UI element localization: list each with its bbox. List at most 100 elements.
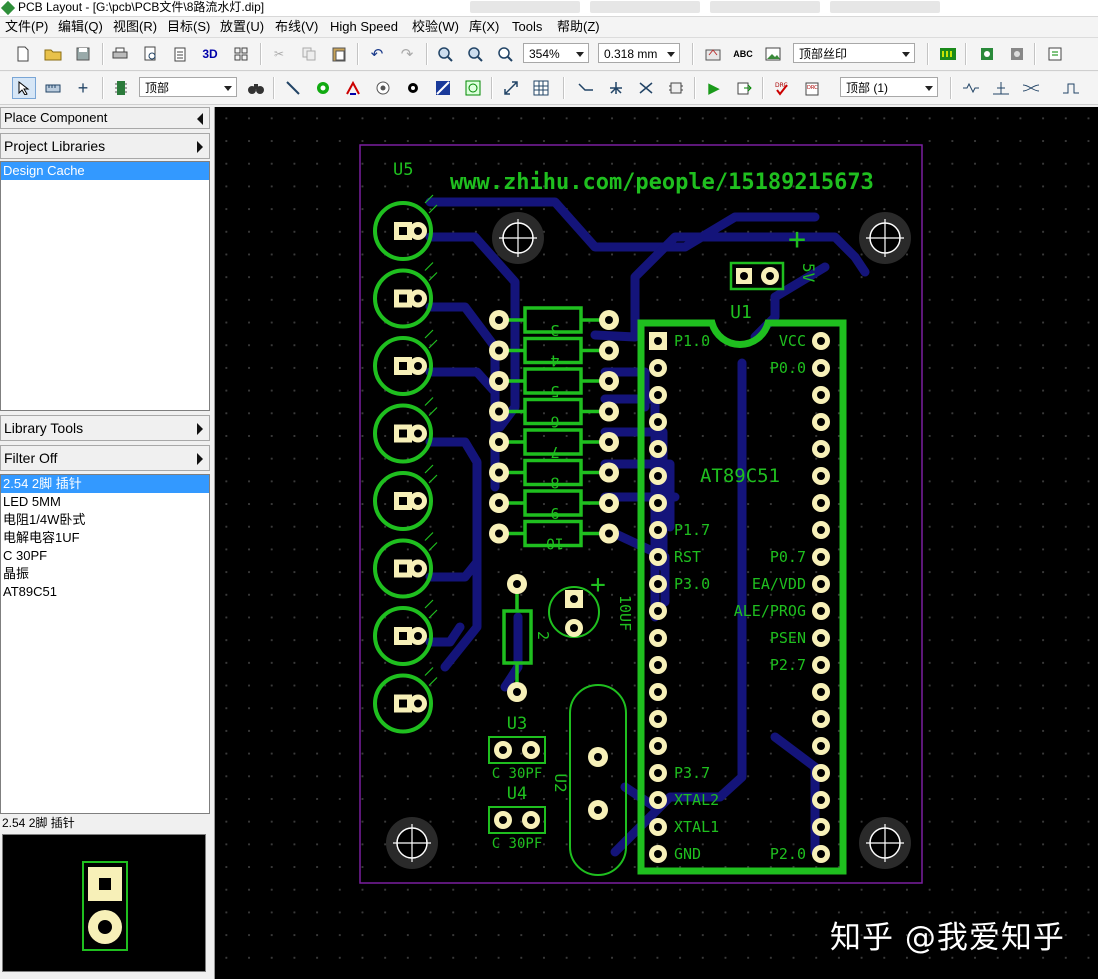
project-libraries-label: Project Libraries <box>4 138 106 154</box>
component-list-item[interactable]: C 30PF <box>1 547 209 565</box>
minimize-button[interactable] <box>1008 0 1038 16</box>
smd-pad-icon[interactable] <box>404 79 422 97</box>
export-icon[interactable] <box>735 79 753 97</box>
run-icon[interactable]: ▶ <box>705 79 723 97</box>
copper-pour-icon[interactable] <box>434 79 452 97</box>
report-icon[interactable] <box>171 45 189 63</box>
measure-icon[interactable] <box>44 79 62 97</box>
route-trace-icon[interactable] <box>284 79 302 97</box>
menu-route[interactable]: 布线(V) <box>275 19 318 35</box>
pad-hole <box>654 796 662 804</box>
component-list-item[interactable]: 晶振 <box>1 565 209 583</box>
netlist-icon[interactable] <box>1046 45 1064 63</box>
pad-hole <box>570 624 578 632</box>
project-libraries-header[interactable]: Project Libraries <box>0 133 210 159</box>
binoculars-icon[interactable] <box>247 79 265 97</box>
redo-icon[interactable]: ↷ <box>398 45 416 63</box>
menu-help[interactable]: 帮助(Z) <box>557 19 600 35</box>
silk-layer-combo[interactable]: 顶部丝印 <box>793 43 915 63</box>
menu-tools[interactable]: Tools <box>512 19 542 35</box>
probe-icon[interactable] <box>992 79 1010 97</box>
autoroute-icon[interactable] <box>978 45 996 63</box>
library-list[interactable]: Design Cache <box>0 161 210 411</box>
menu-place[interactable]: 放置(U) <box>220 19 264 35</box>
maximize-button[interactable] <box>1038 0 1068 16</box>
pad-hole <box>399 497 407 505</box>
pad-hole <box>654 634 662 642</box>
pad-icon[interactable] <box>374 79 392 97</box>
paste-icon[interactable] <box>330 45 348 63</box>
background-tab[interactable] <box>470 1 580 13</box>
layer-combo-2[interactable]: 顶部 (1) <box>840 77 938 97</box>
layer-properties-icon[interactable] <box>704 45 722 63</box>
undo-icon[interactable]: ↶ <box>368 45 386 63</box>
copy-icon[interactable] <box>300 45 318 63</box>
signal-icon[interactable] <box>962 79 980 97</box>
component-wizard-icon[interactable] <box>667 79 685 97</box>
background-tab[interactable] <box>710 1 820 13</box>
pcb-board[interactable]: www.zhihu.com/people/15189215673U5U6U7U8… <box>215 107 1098 979</box>
window-controls <box>1008 0 1098 16</box>
menu-target[interactable]: 目标(S) <box>167 19 210 35</box>
pad-hole <box>654 688 662 696</box>
zoom-in-icon[interactable] <box>436 45 454 63</box>
crosstalk-icon[interactable] <box>1022 79 1040 97</box>
copper-trace <box>425 302 500 492</box>
print-preview-icon[interactable] <box>141 45 159 63</box>
menu-library[interactable]: 库(X) <box>469 19 499 35</box>
component-icon[interactable] <box>112 79 130 97</box>
select-arrow-icon[interactable] <box>12 77 36 99</box>
menu-file[interactable]: 文件(P) <box>5 19 48 35</box>
menu-verify[interactable]: 校验(W) <box>412 19 459 35</box>
pad-hole <box>654 472 662 480</box>
spell-check-button[interactable]: ABC <box>733 45 753 63</box>
table-icon[interactable] <box>532 79 550 97</box>
layer-combo[interactable]: 顶部 <box>139 77 237 97</box>
via-icon[interactable] <box>314 79 332 97</box>
component-list-item[interactable]: AT89C51 <box>1 583 209 601</box>
arc-trace-icon[interactable] <box>344 79 362 97</box>
component-list-item[interactable]: LED 5MM <box>1 493 209 511</box>
pad-hole <box>495 438 503 446</box>
image-icon[interactable] <box>764 45 782 63</box>
route-wire-icon[interactable] <box>577 79 595 97</box>
background-tab[interactable] <box>590 1 700 13</box>
swap-icon[interactable] <box>637 79 655 97</box>
cut-icon[interactable]: ✂ <box>270 45 288 63</box>
grid-combo[interactable]: 0.318 mm <box>598 43 680 63</box>
new-file-icon[interactable] <box>14 45 32 63</box>
menu-high-speed[interactable]: High Speed <box>330 19 398 35</box>
background-tab[interactable] <box>830 1 940 13</box>
drc-report-icon[interactable]: DRC <box>803 79 821 97</box>
dimension-icon[interactable] <box>502 79 520 97</box>
zoom-combo[interactable]: 354% <box>523 43 589 63</box>
close-button[interactable] <box>1068 0 1098 16</box>
unroute-icon[interactable] <box>1008 45 1026 63</box>
component-list-item[interactable]: 电阻1/4W卧式 <box>1 511 209 529</box>
print-icon[interactable] <box>111 45 129 63</box>
place-component-header[interactable]: Place Component <box>0 107 210 129</box>
pcb-canvas[interactable]: www.zhihu.com/people/15189215673U5U6U7U8… <box>215 107 1098 979</box>
save-icon[interactable] <box>74 45 92 63</box>
silk-resistor-label: 7 <box>550 443 559 461</box>
silk-resistor-label: 3 <box>550 321 559 339</box>
zoom-fit-icon[interactable] <box>496 45 514 63</box>
layout-grid-icon[interactable] <box>232 45 250 63</box>
library-item-design-cache[interactable]: Design Cache <box>1 162 209 180</box>
component-list-item[interactable]: 电解电容1UF <box>1 529 209 547</box>
crosshair-icon[interactable]: + <box>74 78 92 98</box>
menu-edit[interactable]: 编辑(Q) <box>58 19 103 35</box>
pulse-icon[interactable] <box>1062 79 1080 97</box>
component-list-item[interactable]: 2.54 2脚 插针 <box>1 475 209 493</box>
drc-icon[interactable]: DRC <box>773 79 791 97</box>
menu-view[interactable]: 视图(R) <box>113 19 157 35</box>
filter-off-header[interactable]: Filter Off <box>0 445 210 471</box>
board-icon[interactable] <box>939 45 957 63</box>
fanout-icon[interactable] <box>607 79 625 97</box>
open-folder-icon[interactable] <box>44 45 62 63</box>
keepout-icon[interactable] <box>464 79 482 97</box>
library-tools-header[interactable]: Library Tools <box>0 415 210 441</box>
view-3d-button[interactable]: 3D <box>201 45 219 63</box>
zoom-out-icon[interactable] <box>466 45 484 63</box>
component-list[interactable]: 2.54 2脚 插针 LED 5MM 电阻1/4W卧式 电解电容1UF C 30PF 晶振… <box>0 474 210 814</box>
